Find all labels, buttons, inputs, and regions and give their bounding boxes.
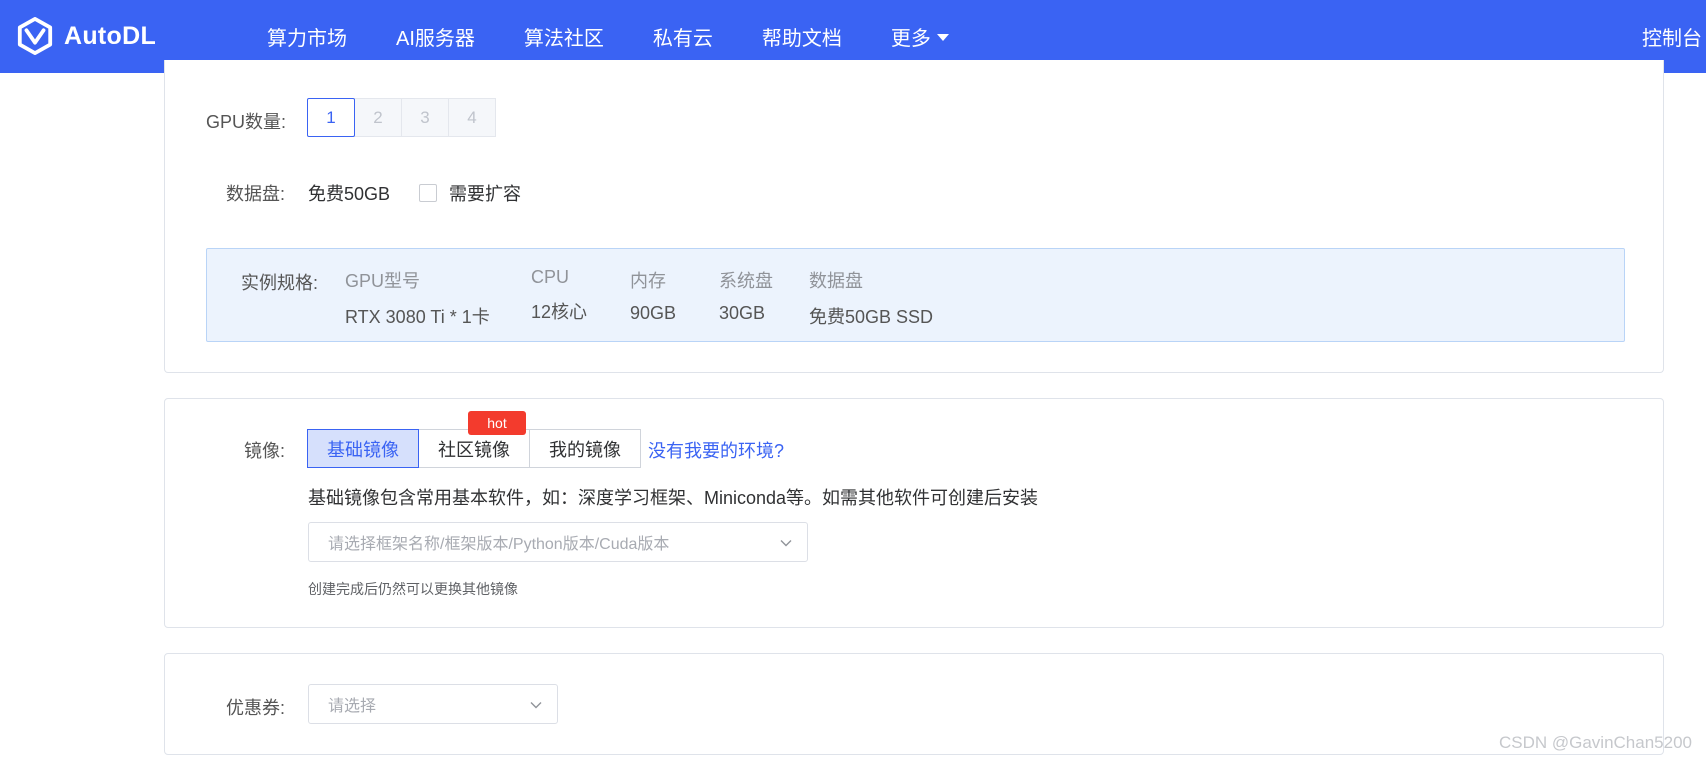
nav-ai-server[interactable]: AI服务器	[396, 22, 475, 51]
spec-header: 系统盘	[719, 271, 773, 291]
nav-algorithm-community[interactable]: 算法社区	[524, 22, 604, 51]
image-description: 基础镜像包含常用基本软件，如：深度学习框架、Miniconda等。如需其他软件可…	[308, 488, 1039, 508]
spec-system-disk: 系统盘 30GB	[719, 267, 773, 324]
spec-header: CPU	[531, 267, 570, 287]
image-panel: 镜像: 基础镜像 社区镜像 我的镜像 hot 没有我要的环境? 基础镜像包含常用…	[164, 398, 1664, 628]
logo-text: AutoDL	[64, 21, 157, 50]
nav-more-label: 更多	[890, 28, 931, 50]
instance-config-panel: GPU数量: 1 2 3 4 数据盘: 免费50GB 需要扩容 实例规格: GP…	[164, 60, 1664, 373]
spec-value: 免费50GB SSD	[809, 307, 934, 327]
spec-label: 实例规格:	[241, 273, 319, 293]
nav-help-docs[interactable]: 帮助文档	[762, 22, 842, 51]
spec-memory: 内存 90GB	[630, 267, 676, 324]
instance-spec-box: 实例规格: GPU型号 RTX 3080 Ti * 1卡 CPU 12核心 内存…	[206, 248, 1625, 342]
spec-data-disk: 数据盘 免费50GB SSD	[809, 267, 933, 329]
expand-disk-label: 需要扩容	[449, 184, 521, 204]
spec-header: 内存	[630, 271, 666, 291]
data-disk-value: 免费50GB	[308, 184, 391, 204]
nav-private-cloud[interactable]: 私有云	[653, 22, 713, 51]
expand-disk-checkbox-wrap[interactable]: 需要扩容	[419, 180, 521, 206]
console-link[interactable]: 控制台	[1642, 22, 1702, 51]
spec-header: 数据盘	[809, 271, 863, 291]
spec-header: GPU型号	[345, 271, 421, 291]
spec-value: 12核心	[531, 302, 588, 322]
data-disk-label: 数据盘:	[226, 184, 286, 204]
no-env-link[interactable]: 没有我要的环境?	[648, 437, 784, 463]
expand-disk-checkbox[interactable]	[419, 184, 437, 202]
gpu-count-option-3[interactable]: 3	[401, 98, 449, 137]
spec-value: 30GB	[719, 303, 766, 323]
csdn-watermark: CSDN @GavinChan5200	[1498, 733, 1692, 752]
tab-base-image[interactable]: 基础镜像	[307, 429, 419, 468]
image-label: 镜像:	[244, 441, 286, 461]
spec-gpu-model: GPU型号 RTX 3080 Ti * 1卡	[345, 267, 490, 329]
gpu-count-selector: 1 2 3 4	[307, 98, 496, 137]
chevron-down-icon	[780, 540, 792, 547]
image-note: 创建完成后仍然可以更换其他镜像	[308, 581, 518, 597]
spec-cpu: CPU 12核心	[531, 267, 587, 324]
logo[interactable]: AutoDL	[16, 16, 156, 56]
spec-value: 90GB	[630, 303, 677, 323]
coupon-select-placeholder: 请选择	[328, 698, 377, 715]
spec-value: RTX 3080 Ti * 1卡	[345, 307, 490, 327]
tab-my-image[interactable]: 我的镜像	[529, 429, 641, 468]
coupon-panel: 优惠券: 请选择	[164, 653, 1664, 755]
nav-compute-market[interactable]: 算力市场	[267, 22, 347, 51]
gpu-count-option-4[interactable]: 4	[448, 98, 496, 137]
gpu-count-label: GPU数量:	[206, 112, 287, 132]
image-select-placeholder: 请选择框架名称/框架版本/Python版本/Cuda版本	[328, 536, 670, 553]
autodl-logo-icon	[17, 17, 53, 55]
hot-badge: hot	[468, 411, 526, 435]
nav-more[interactable]: 更多	[891, 22, 949, 51]
caret-down-icon	[936, 34, 949, 41]
gpu-count-option-1[interactable]: 1	[307, 98, 355, 137]
chevron-down-icon	[530, 702, 542, 709]
coupon-label: 优惠券:	[226, 698, 286, 718]
gpu-count-option-2[interactable]: 2	[354, 98, 402, 137]
image-select[interactable]: 请选择框架名称/框架版本/Python版本/Cuda版本	[308, 522, 808, 562]
coupon-select[interactable]: 请选择	[308, 684, 558, 724]
